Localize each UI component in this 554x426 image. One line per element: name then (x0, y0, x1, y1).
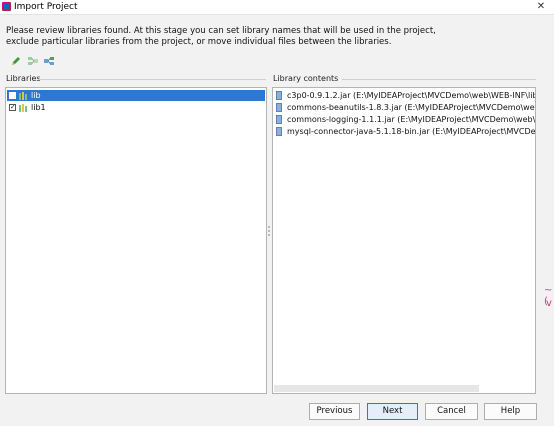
jar-icon (276, 115, 282, 124)
title-bar: Import Project ✕ (0, 0, 554, 15)
horizontal-scrollbar[interactable] (274, 385, 479, 392)
edit-icon[interactable] (10, 55, 22, 67)
background-text-fragment: v (546, 298, 552, 309)
library-icon (19, 92, 27, 100)
jar-path: mysql-connector-java-5.1.18-bin.jar (E:\… (287, 127, 536, 136)
library-contents-list[interactable]: c3p0-0.9.1.2.jar (E:\MyIDEAProject\MVCDe… (272, 87, 536, 394)
splitter-handle[interactable] (268, 226, 270, 238)
jar-icon (276, 127, 282, 136)
library-name: lib (31, 91, 41, 100)
libraries-separator (38, 79, 266, 80)
jar-path: commons-logging-1.1.1.jar (E:\MyIDEAProj… (287, 115, 536, 124)
cancel-button[interactable]: Cancel (425, 403, 478, 420)
library-row-lib[interactable]: lib (7, 90, 265, 101)
import-project-dialog: Import Project ✕ Please review libraries… (0, 0, 554, 426)
merge-icon[interactable] (27, 55, 39, 67)
jar-path: c3p0-0.9.1.2.jar (E:\MyIDEAProject\MVCDe… (287, 91, 536, 100)
library-row-lib1[interactable]: ✓ lib1 (7, 102, 265, 113)
library-checkbox[interactable] (9, 92, 16, 99)
jar-path: commons-beanutils-1.8.3.jar (E:\MyIDEAPr… (287, 103, 536, 112)
libraries-label: Libraries (6, 74, 41, 83)
intellij-app-icon (2, 2, 11, 11)
jar-icon (276, 91, 282, 100)
window-title: Import Project (14, 2, 78, 12)
library-contents-label: Library contents (273, 74, 339, 83)
libraries-list[interactable]: lib ✓ lib1 (5, 87, 267, 394)
library-icon (19, 104, 27, 112)
library-checkbox[interactable]: ✓ (9, 104, 16, 111)
contents-separator (342, 79, 536, 80)
library-name: lib1 (31, 103, 46, 112)
description-text: Please review libraries found. At this s… (6, 26, 526, 48)
previous-button[interactable]: Previous (309, 403, 360, 420)
description-line-2: exclude particular libraries from the pr… (6, 37, 392, 47)
next-button[interactable]: Next (367, 403, 418, 420)
jar-icon (276, 103, 282, 112)
description-line-1: Please review libraries found. At this s… (6, 26, 436, 36)
help-button[interactable]: Help (484, 403, 537, 420)
split-icon[interactable] (43, 55, 55, 67)
close-button[interactable]: ✕ (528, 0, 554, 14)
